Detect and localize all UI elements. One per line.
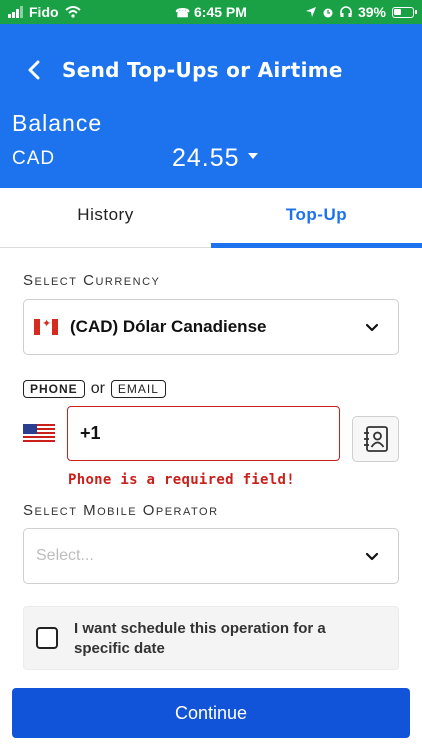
battery-icon bbox=[392, 6, 417, 18]
or-text: or bbox=[90, 380, 105, 397]
time-text: 6:45 PM bbox=[194, 4, 247, 20]
status-right: 39% bbox=[305, 4, 417, 20]
phone-error-message: Phone is a required field! bbox=[68, 472, 295, 488]
currency-label: Select Currency bbox=[23, 272, 161, 289]
continue-button[interactable]: Continue bbox=[12, 688, 410, 738]
phone-icon: ☎ bbox=[175, 6, 191, 20]
tab-history[interactable]: History bbox=[0, 188, 211, 247]
canada-flag-icon bbox=[34, 317, 58, 335]
contact-book-icon bbox=[364, 426, 388, 452]
tab-top-up[interactable]: Top-Up bbox=[211, 188, 422, 248]
back-arrow-icon[interactable] bbox=[22, 56, 46, 84]
balance-label: Balance bbox=[12, 110, 103, 136]
us-flag-icon[interactable] bbox=[23, 424, 55, 444]
schedule-option: I want schedule this operation for a spe… bbox=[23, 606, 399, 670]
headphones-icon bbox=[340, 6, 352, 17]
phone-input-value: +1 bbox=[80, 423, 101, 443]
currency-select-value: (CAD) Dólar Canadiense bbox=[70, 317, 267, 336]
contacts-button[interactable] bbox=[352, 416, 399, 462]
phone-input[interactable]: +1 bbox=[67, 406, 340, 461]
tab-bar: History Top-Up bbox=[0, 188, 422, 248]
location-icon bbox=[305, 7, 316, 17]
balance-currency: CAD bbox=[12, 148, 56, 169]
chevron-down-icon bbox=[365, 323, 379, 332]
contact-type-toggle: PHONE or EMAIL bbox=[23, 380, 166, 398]
status-bar: Fido ☎ 6:45 PM 39% bbox=[0, 0, 422, 24]
alarm-icon bbox=[323, 8, 333, 18]
phone-toggle[interactable]: PHONE bbox=[23, 380, 85, 398]
app-header: Send Top-Ups or Airtime Balance CAD 24.5… bbox=[0, 24, 422, 188]
chevron-down-icon bbox=[365, 552, 379, 561]
currency-select[interactable]: (CAD) Dólar Canadiense bbox=[23, 299, 399, 355]
caret-down-icon bbox=[247, 153, 258, 160]
page-title: Send Top-Ups or Airtime bbox=[62, 58, 343, 82]
balance-dropdown[interactable]: 24.55 bbox=[172, 144, 258, 173]
schedule-checkbox[interactable] bbox=[36, 627, 58, 649]
schedule-label: I want schedule this operation for a spe… bbox=[74, 620, 326, 657]
operator-select-placeholder: Select... bbox=[36, 547, 94, 564]
battery-percent: 39% bbox=[357, 4, 386, 20]
operator-select[interactable]: Select... bbox=[23, 528, 399, 584]
email-toggle[interactable]: EMAIL bbox=[110, 380, 166, 398]
operator-label: Select Mobile Operator bbox=[23, 502, 219, 519]
balance-amount: 24.55 bbox=[172, 144, 240, 172]
